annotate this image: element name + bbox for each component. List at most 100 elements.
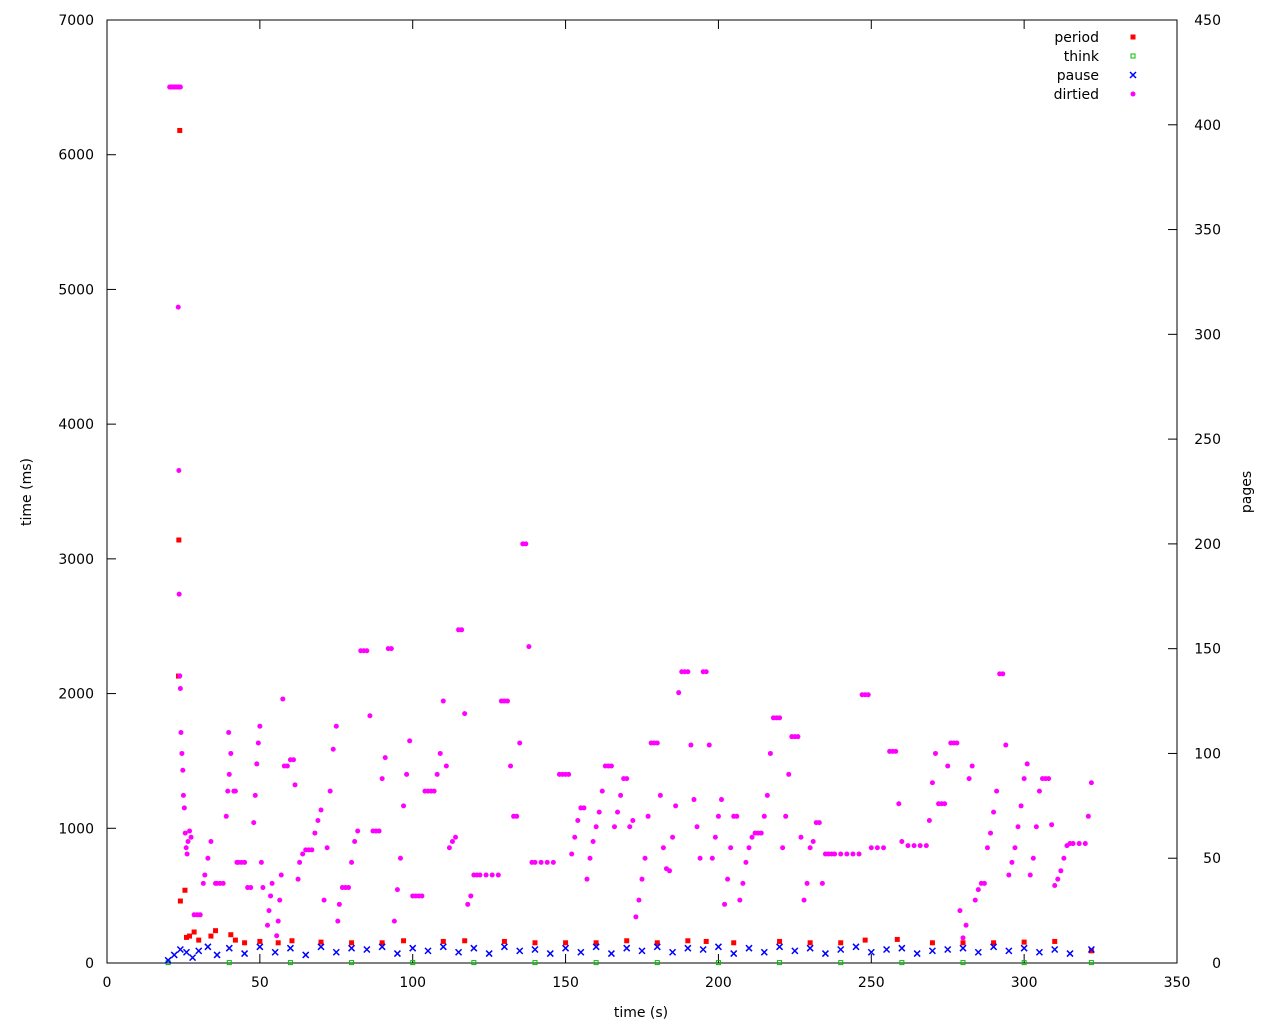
data-point-period — [838, 940, 844, 946]
data-point-dirtied — [181, 805, 187, 811]
data-point-dirtied — [994, 788, 1000, 794]
x-axis-title: time (s) — [614, 1005, 668, 1021]
data-point-dirtied — [1085, 813, 1091, 819]
data-point-dirtied — [810, 838, 816, 844]
data-point-dirtied — [691, 797, 697, 803]
data-point-period — [275, 940, 281, 946]
data-point-dirtied — [816, 820, 822, 826]
data-point-dirtied — [275, 918, 281, 924]
data-point-dirtied — [1006, 872, 1012, 878]
data-point-dirtied — [865, 692, 871, 698]
data-point-pause — [928, 947, 936, 955]
data-point-dirtied — [394, 887, 400, 893]
data-point-pause — [204, 943, 212, 951]
data-point-dirtied — [706, 742, 712, 748]
data-point-period — [177, 898, 183, 904]
data-point-dirtied — [335, 918, 341, 924]
data-point-dirtied — [587, 855, 593, 861]
data-point-pause — [348, 944, 356, 952]
data-point-period — [177, 127, 183, 133]
data-point-dirtied — [188, 834, 194, 840]
data-point-dirtied — [1088, 780, 1094, 786]
y2-axis-title: pages — [1239, 471, 1255, 513]
data-point-dirtied — [624, 776, 630, 782]
x-tick-label: 300 — [1011, 975, 1038, 991]
data-point-dirtied — [379, 776, 385, 782]
data-point-dirtied — [1055, 876, 1061, 882]
data-point-dirtied — [197, 912, 203, 918]
data-point-period — [1052, 938, 1058, 944]
data-point-dirtied — [575, 818, 581, 824]
data-point-dirtied — [593, 824, 599, 830]
data-point-dirtied — [274, 933, 280, 939]
data-point-dirtied — [715, 813, 721, 819]
data-point-period — [349, 940, 355, 946]
data-point-dirtied — [743, 859, 749, 865]
data-point-period — [228, 932, 234, 938]
data-point-pause — [852, 943, 860, 951]
y2-tick-label: 100 — [1194, 746, 1221, 762]
legend-marker-period — [1130, 34, 1136, 40]
data-point-dirtied — [688, 742, 694, 748]
data-point-pause — [500, 943, 508, 951]
data-point-dirtied — [225, 788, 231, 794]
chart: 0 50 100 150 200 250 300 3500100020003000400050… — [19, 13, 1255, 1021]
data-point-dirtied — [200, 880, 206, 886]
data-point-dirtied — [1015, 824, 1021, 830]
data-point-dirtied — [703, 669, 709, 675]
data-point-dirtied — [404, 771, 410, 777]
data-point-dirtied — [929, 780, 935, 786]
data-point-pause — [1051, 945, 1059, 954]
data-point-pause — [821, 950, 829, 958]
plot-frame — [106, 19, 1178, 964]
data-point-period — [440, 938, 446, 944]
legend-label-think: think — [1064, 49, 1100, 65]
data-point-pause — [225, 944, 233, 952]
data-point-dirtied — [295, 876, 301, 882]
data-point-period — [862, 937, 868, 943]
data-point-pause — [439, 943, 447, 951]
data-point-pause — [776, 943, 784, 951]
data-point-dirtied — [932, 750, 938, 756]
data-point-dirtied — [297, 859, 303, 865]
data-point-dirtied — [1046, 776, 1052, 782]
data-point-dirtied — [660, 845, 666, 851]
data-point-dirtied — [252, 792, 258, 798]
data-point-period — [624, 938, 630, 944]
data-point-dirtied — [514, 813, 520, 819]
data-point-pause — [546, 950, 554, 958]
data-point-pause — [1020, 944, 1028, 952]
data-point-dirtied — [449, 838, 455, 844]
data-point-dirtied — [260, 885, 266, 891]
data-point-dirtied — [364, 648, 370, 654]
data-point-pause — [286, 944, 294, 952]
data-point-pause — [760, 948, 768, 956]
data-point-pause — [170, 951, 178, 959]
data-point-pause — [424, 947, 432, 955]
data-point-dirtied — [391, 918, 397, 924]
data-point-dirtied — [740, 880, 746, 886]
data-point-dirtied — [315, 818, 321, 824]
data-point-pause — [974, 948, 982, 956]
data-point-dirtied — [508, 763, 514, 769]
data-point-pause — [791, 947, 799, 955]
data-point-pause — [684, 944, 692, 952]
data-point-dirtied — [969, 763, 975, 769]
y2-tick-label: 450 — [1194, 13, 1221, 29]
data-point-pause — [195, 947, 203, 955]
data-point-dirtied — [232, 788, 238, 794]
data-point-dirtied — [670, 834, 676, 840]
y2-tick-label: 0 — [1212, 956, 1221, 972]
data-point-dirtied — [223, 813, 229, 819]
data-point-pause — [485, 950, 493, 958]
data-point-dirtied — [657, 792, 663, 798]
data-point-period — [318, 939, 324, 945]
data-point-dirtied — [954, 740, 960, 746]
data-point-dirtied — [397, 855, 403, 861]
data-point-dirtied — [446, 845, 452, 851]
data-point-dirtied — [437, 750, 443, 756]
data-point-dirtied — [1009, 859, 1015, 865]
data-point-dirtied — [434, 771, 440, 777]
data-point-dirtied — [991, 809, 997, 815]
data-point-dirtied — [483, 872, 489, 878]
